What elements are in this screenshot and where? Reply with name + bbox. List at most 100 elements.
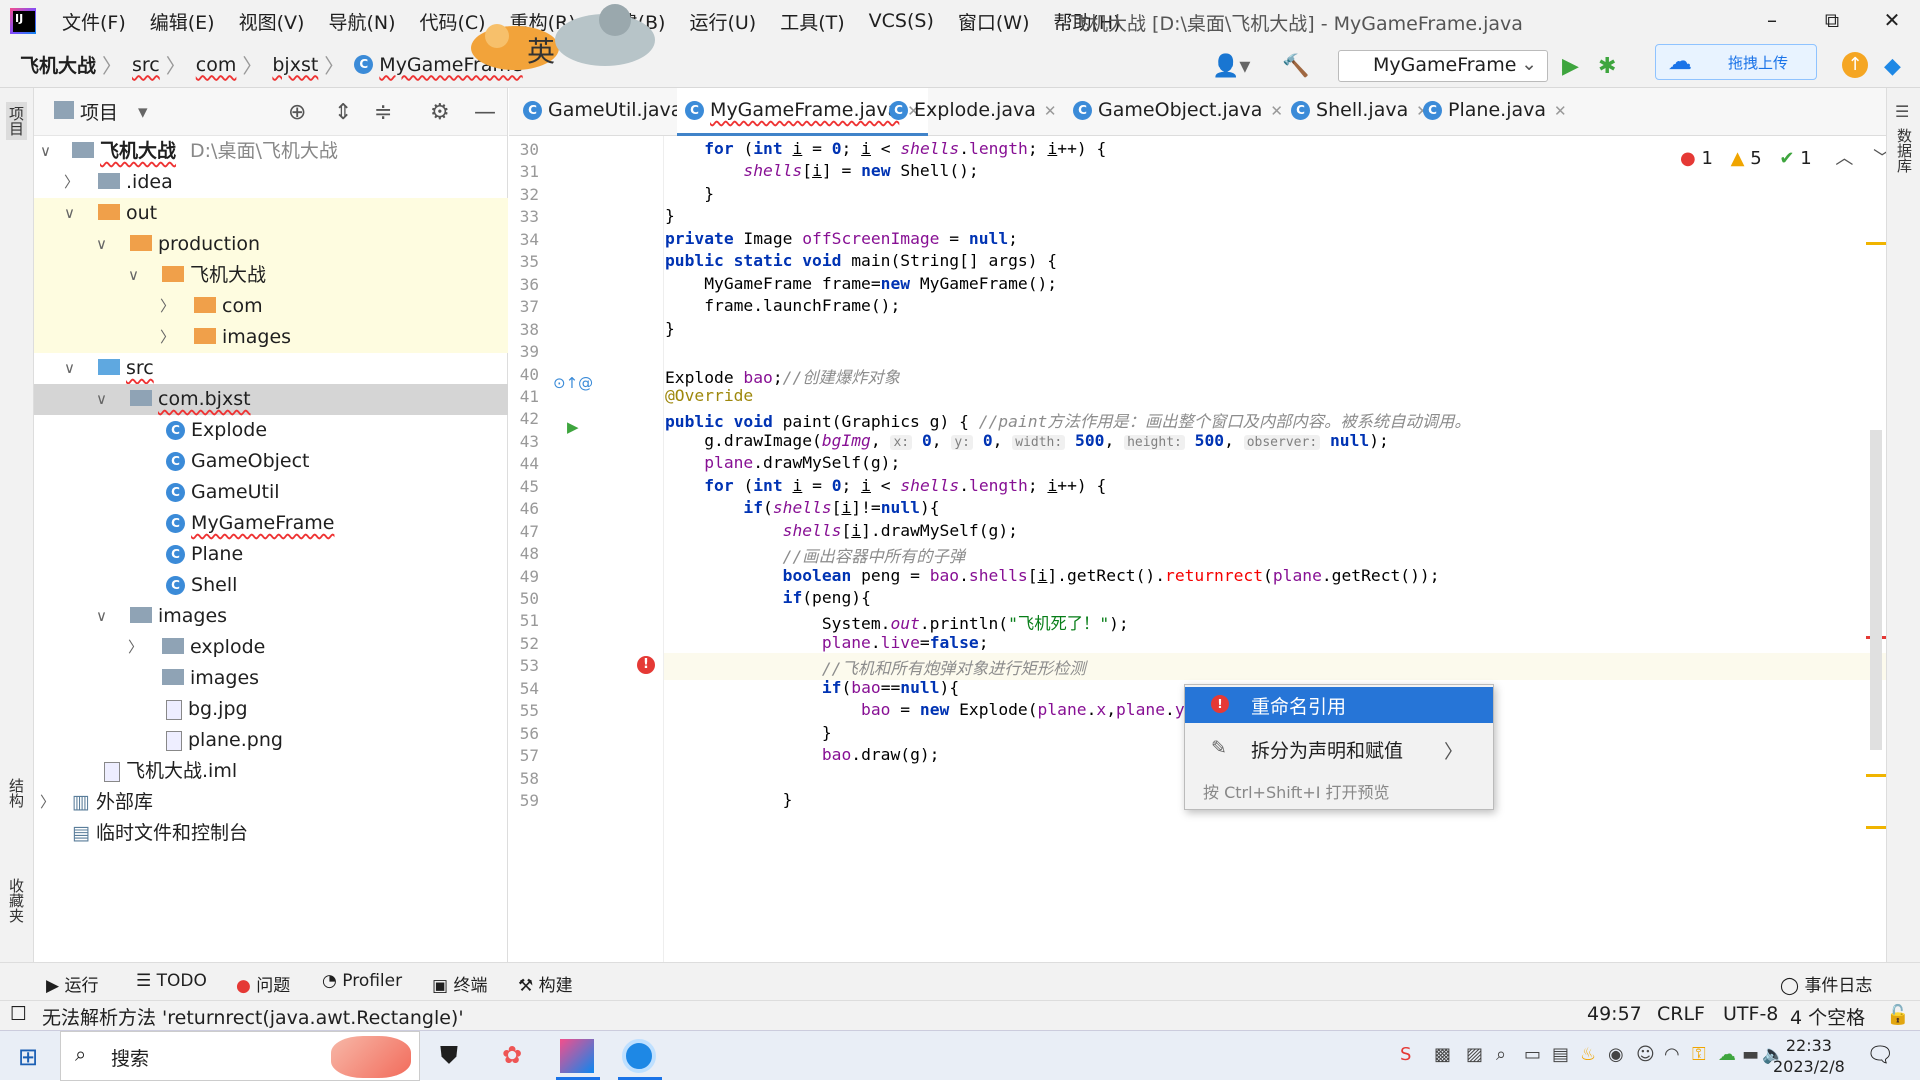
tree-item-output-module[interactable]: ∨ 飞机大战 — [34, 260, 508, 291]
user-icon[interactable]: 👤▾ — [1212, 54, 1250, 79]
notification-icon[interactable]: 🗨 — [1866, 1043, 1894, 1068]
tray-monitor-icon[interactable]: ▭ — [1524, 1044, 1541, 1065]
structure-tool-tab[interactable]: 结构 — [6, 778, 27, 808]
code-line[interactable]: } — [665, 184, 714, 203]
chevron-down-icon[interactable]: ▾ — [138, 101, 148, 123]
close-icon[interactable]: ✕ — [1270, 102, 1283, 120]
code-line[interactable]: public static void main(String[] args) { — [665, 251, 1057, 270]
battery-icon[interactable]: ▬ — [1742, 1044, 1759, 1065]
code-line[interactable]: //飞机和所有炮弹对象进行矩形检测 — [665, 655, 1086, 679]
tray-key-icon[interactable]: ⚿ — [1692, 1044, 1706, 1065]
tab-gameutil[interactable]: C GameUtil.java✕ — [523, 88, 703, 136]
tray-app-icon[interactable]: S — [1400, 1044, 1411, 1065]
tree-item-class-gameutil[interactable]: C GameUtil — [34, 477, 508, 508]
tray-epic-icon[interactable]: ▤ — [1552, 1044, 1569, 1065]
hide-panel-icon[interactable]: — — [474, 100, 496, 125]
code-line[interactable]: if(peng){ — [665, 588, 871, 607]
run-icon[interactable]: ▶ — [1562, 54, 1579, 79]
tree-item-idea[interactable]: 〉 .idea — [34, 167, 508, 198]
run-gutter-icon[interactable]: ▶ — [567, 418, 579, 436]
tree-item-class-plane[interactable]: C Plane — [34, 539, 508, 570]
menu-vcs[interactable]: VCS(S) — [857, 10, 946, 32]
code-line[interactable]: } — [665, 319, 675, 338]
locate-icon[interactable]: ⊕ — [288, 100, 306, 125]
collapse-all-icon[interactable]: ≑ — [374, 100, 392, 125]
toolwin-build[interactable]: ⚒ 构建 — [518, 971, 573, 996]
code-line[interactable]: plane.live=false; — [665, 633, 989, 652]
security-shield-icon[interactable]: ⛊ — [440, 1041, 458, 1069]
project-panel-title[interactable]: 项目 — [80, 98, 118, 125]
code-editor[interactable]: 30 31 32 33 34 35 36 37 38 39 40 41 42 43 44 45 46 47 48 49… — [509, 136, 1886, 962]
menu-edit[interactable]: 编辑(E) — [138, 8, 227, 35]
tray-flame-icon[interactable]: ♨ — [1580, 1044, 1596, 1065]
toolwin-problems[interactable]: ● 问题 — [236, 971, 290, 996]
tree-item-out-com[interactable]: 〉 com — [34, 291, 508, 322]
lock-icon[interactable]: 🔓 — [1886, 1003, 1910, 1026]
tab-shell[interactable]: C Shell.java✕ — [1291, 88, 1429, 136]
wifi-icon[interactable]: ◠ — [1664, 1044, 1680, 1065]
warning-marker[interactable] — [1866, 774, 1886, 777]
chevron-up-icon[interactable]: ︿ — [1835, 148, 1853, 169]
tree-item-class-gameobject[interactable]: C GameObject — [34, 446, 508, 477]
tree-item-images-sub[interactable]: images — [34, 663, 508, 694]
code-line[interactable]: bao.draw(g); — [665, 745, 940, 764]
code-line[interactable]: private Image offScreenImage = null; — [665, 229, 1018, 248]
ime-toolbar[interactable]: 英 — [455, 0, 675, 74]
menu-navigate[interactable]: 导航(N) — [316, 8, 407, 35]
code-line[interactable]: } — [665, 723, 832, 742]
debug-icon[interactable]: ✱ — [1598, 54, 1616, 79]
tree-item-class-shell[interactable]: C Shell — [34, 570, 508, 601]
expand-all-icon[interactable]: ⇕ — [334, 100, 352, 125]
toolwin-profiler[interactable]: ◔ Profiler — [322, 971, 402, 991]
tree-item-src[interactable]: ∨ src — [34, 353, 508, 384]
code-line[interactable]: Explode bao;//创建爆炸对象 — [665, 364, 900, 388]
favorites-tool-tab[interactable]: 收藏夹 — [6, 878, 27, 923]
tree-item-package[interactable]: ∨ com.bjxst — [34, 384, 508, 415]
tab-gameobject[interactable]: C GameObject.java ✕ — [1073, 88, 1283, 136]
plugin-icon[interactable]: ◆ — [1884, 54, 1901, 79]
tree-item-iml[interactable]: 飞机大战.iml — [34, 756, 508, 787]
tray-search-icon[interactable]: ⌕ — [1496, 1044, 1506, 1065]
code-line[interactable]: MyGameFrame frame=new MyGameFrame(); — [665, 274, 1057, 293]
tab-plane[interactable]: C Plane.java ✕ — [1423, 88, 1567, 136]
tree-item-root[interactable]: ∨ 飞机大战 D:\桌面\飞机大战 — [34, 136, 508, 167]
tray-game-icon[interactable]: ◉ — [1608, 1044, 1624, 1065]
warning-marker[interactable] — [1866, 242, 1886, 245]
breadcrumb-project[interactable]: 飞机大战 — [20, 51, 96, 78]
code-line[interactable]: frame.launchFrame(); — [665, 296, 900, 315]
code-line[interactable]: g.drawImage(bgImg, x: 0, y: 0, width: 50… — [665, 431, 1389, 450]
app-icon[interactable]: ✿ — [502, 1041, 522, 1069]
upload-button[interactable]: ☁ 拖拽上传 — [1655, 44, 1817, 80]
tree-item-out[interactable]: ∨ out — [34, 198, 508, 229]
code-line[interactable]: for (int i = 0; i < shells.length; i++) … — [665, 139, 1106, 158]
line-separator[interactable]: CRLF — [1657, 1003, 1705, 1025]
hammer-icon[interactable]: 🔨 — [1282, 54, 1309, 79]
tree-item-external-libraries[interactable]: 〉 ▥ 外部库 — [34, 787, 508, 818]
caret-position[interactable]: 49:57 — [1587, 1003, 1642, 1025]
tree-item-plane-png[interactable]: plane.png — [34, 725, 508, 756]
tray-image-icon[interactable]: ▨ — [1466, 1044, 1483, 1065]
code-line[interactable]: } — [665, 790, 793, 809]
popup-item-split-declaration[interactable]: ✎ 拆分为声明和赋值 〉 — [1185, 731, 1493, 767]
code-line[interactable]: System.out.println("飞机死了！"); — [665, 610, 1129, 634]
toolwin-terminal[interactable]: ▣ 终端 — [432, 971, 487, 996]
code-line[interactable]: public void paint(Graphics g) { //paint方… — [665, 408, 1471, 432]
menu-tools[interactable]: 工具(T) — [768, 8, 856, 35]
tree-item-bg-jpg[interactable]: bg.jpg — [34, 694, 508, 725]
code-line[interactable]: shells[i] = new Shell(); — [665, 161, 978, 180]
update-arrow-icon[interactable]: ↑ — [1842, 52, 1868, 78]
breadcrumb-src[interactable]: src — [132, 54, 160, 76]
menu-window[interactable]: 窗口(W) — [946, 8, 1042, 35]
tree-item-scratches[interactable]: ▤ 临时文件和控制台 — [34, 818, 508, 849]
menu-view[interactable]: 视图(V) — [227, 8, 317, 35]
override-gutter-icon[interactable]: ⊙↑@ — [553, 374, 593, 392]
scrollbar-thumb[interactable] — [1870, 430, 1882, 750]
restore-button[interactable]: ⧉ — [1802, 4, 1862, 36]
error-bulb-icon[interactable]: ! — [637, 656, 655, 674]
toolwin-run[interactable]: ▶ 运行 — [46, 971, 98, 996]
gear-icon[interactable]: ⚙ — [430, 100, 450, 125]
tree-item-images[interactable]: ∨ images — [34, 601, 508, 632]
qq-browser-icon[interactable] — [622, 1039, 656, 1073]
inspection-widget[interactable]: ● 1 ▲ 5 ✔ 1 ︿ ﹀ — [1680, 144, 1891, 170]
code-line[interactable]: plane.drawMySelf(g); — [665, 453, 900, 472]
